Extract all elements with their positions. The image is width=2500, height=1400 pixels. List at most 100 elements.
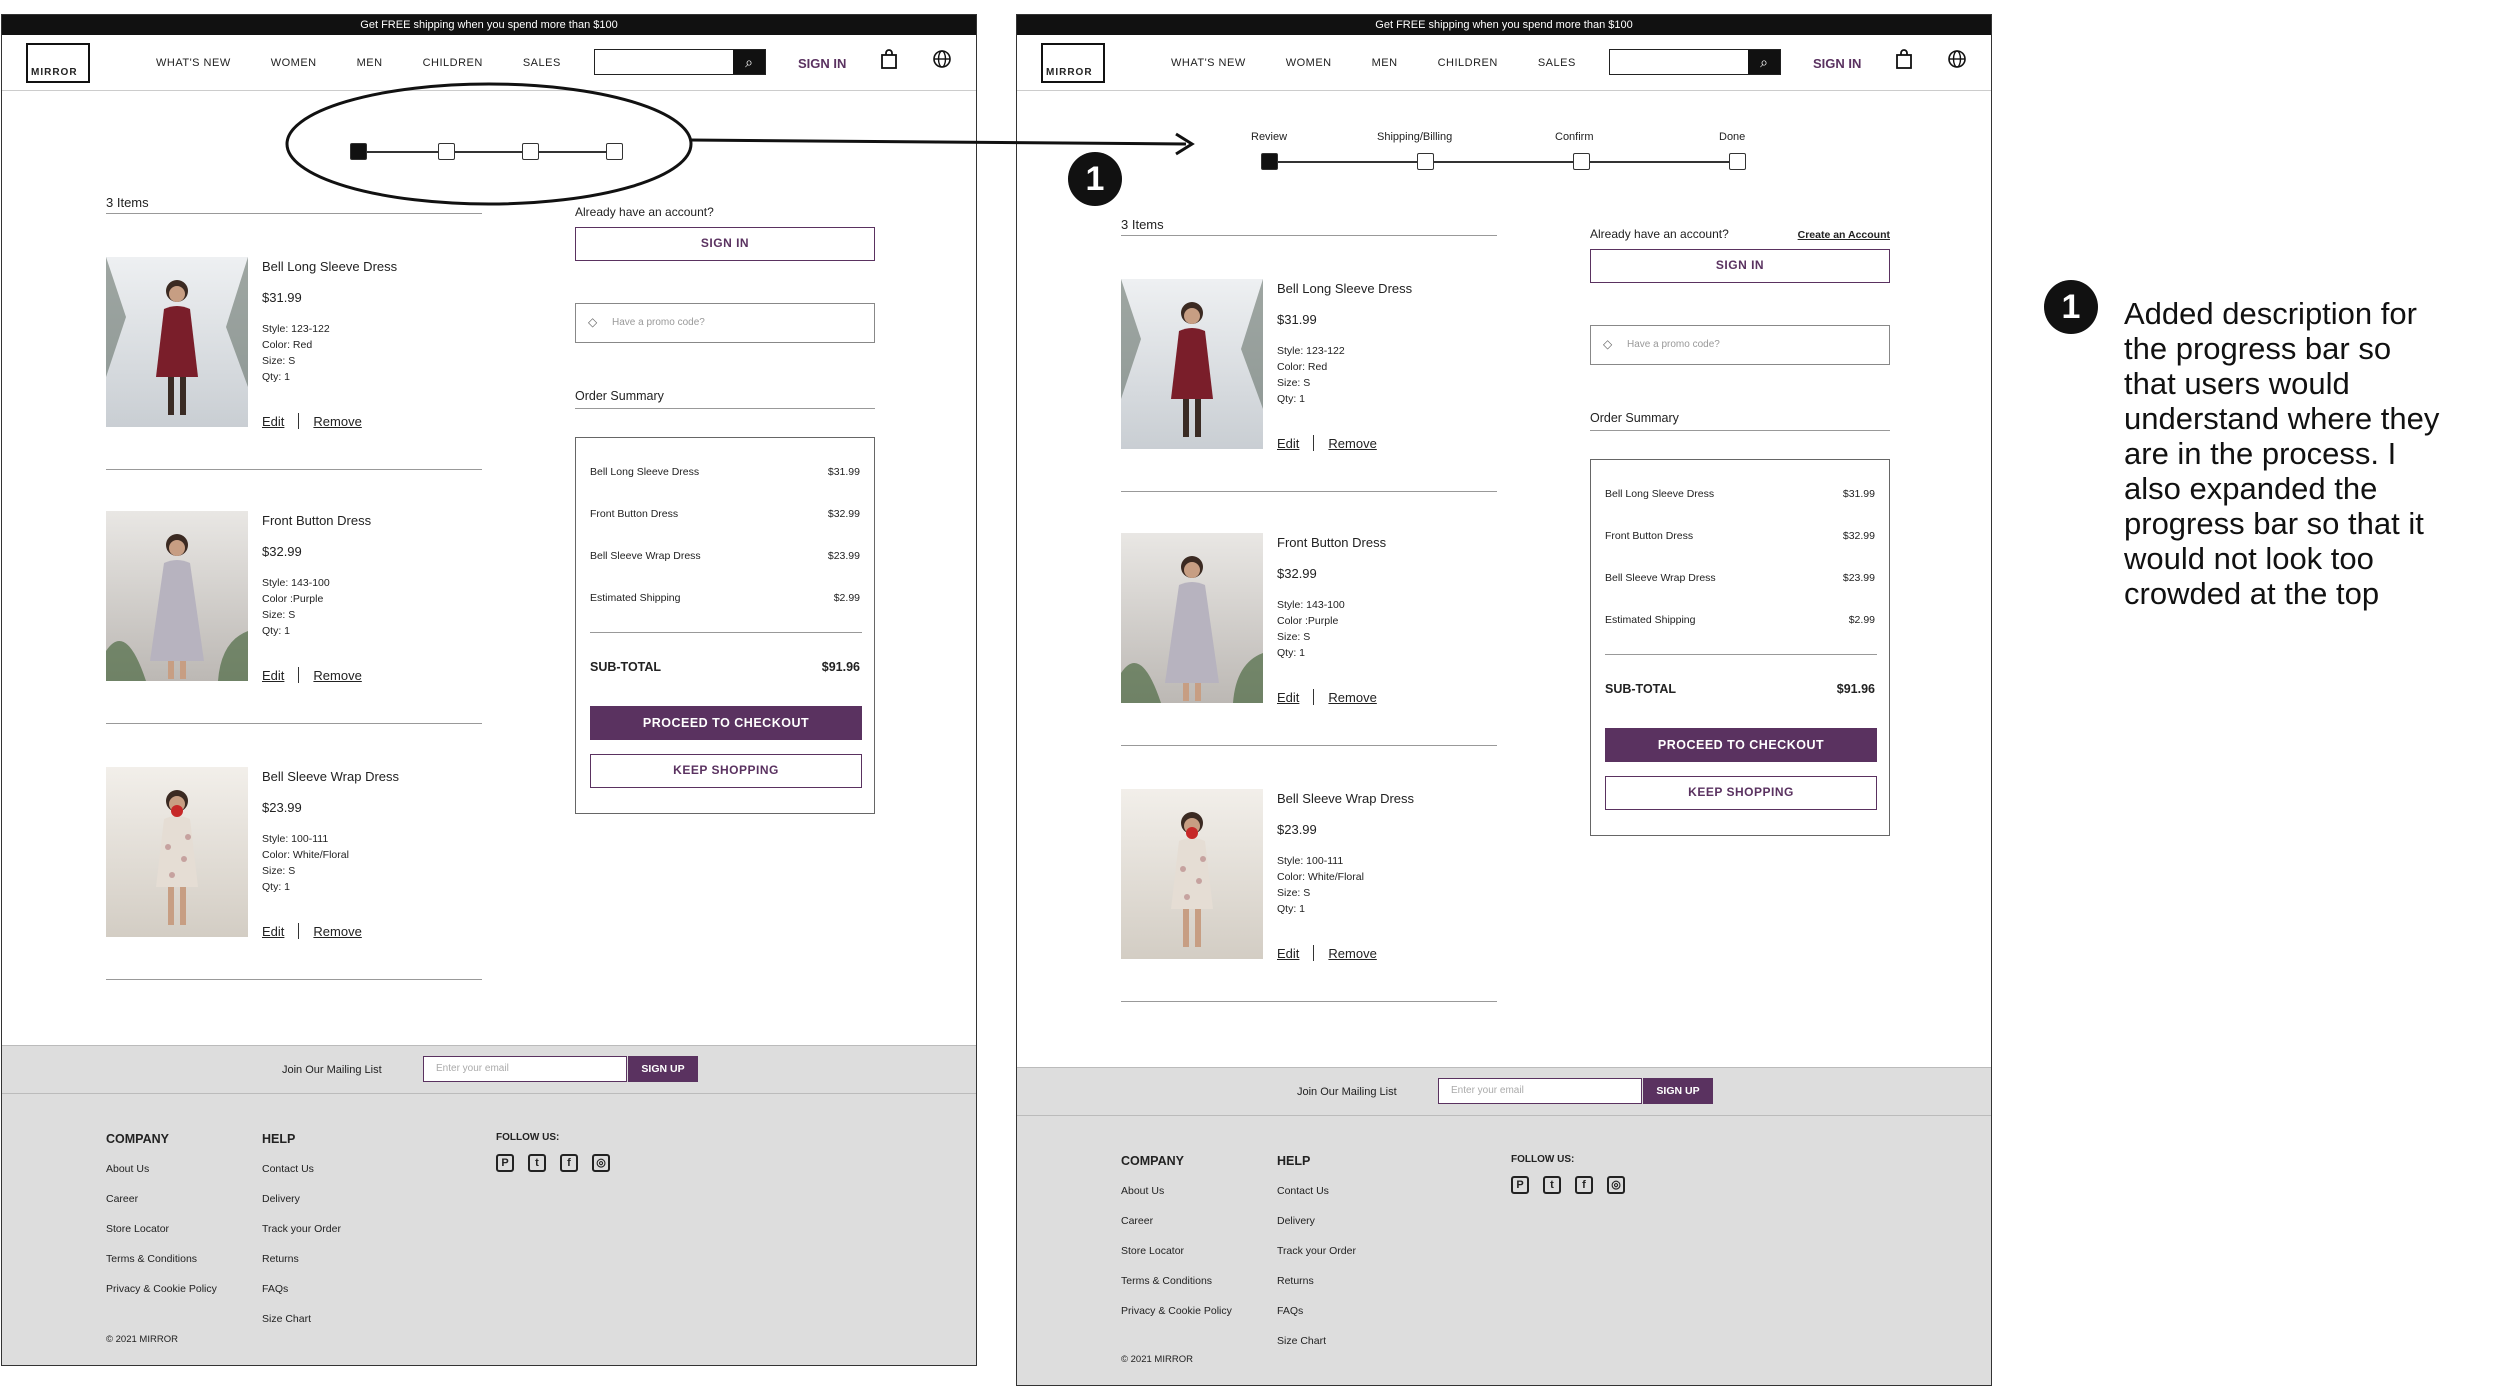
remove-link[interactable]: Remove [1328, 436, 1376, 451]
order-summary-box: Bell Long Sleeve Dress $31.99 Front Button… [1590, 459, 1890, 836]
remove-link[interactable]: Remove [313, 414, 361, 429]
instagram-icon[interactable]: ◎ [1607, 1176, 1625, 1194]
footer-link[interactable]: Terms & Conditions [106, 1244, 217, 1274]
nav-link-2[interactable]: MEN [357, 57, 383, 69]
mirror-logo[interactable]: MIRROR [26, 43, 90, 83]
footer-link[interactable]: Career [106, 1184, 217, 1214]
annotation-description: Added description for the progress bar s… [2124, 296, 2440, 611]
footer-link[interactable]: About Us [106, 1154, 217, 1184]
edit-link[interactable]: Edit [1277, 690, 1299, 705]
follow-us-label: FOLLOW US: [496, 1132, 560, 1143]
create-account-link[interactable]: Create an Account [1798, 229, 1890, 241]
sign-in-button[interactable]: SIGN IN [575, 227, 875, 261]
item-name[interactable]: Bell Long Sleeve Dress [262, 259, 397, 274]
sign-up-button[interactable]: SIGN UP [1643, 1078, 1713, 1104]
nav-link-1[interactable]: WOMEN [271, 57, 317, 69]
header-sign-in-link[interactable]: SIGN IN [798, 56, 846, 71]
shopping-bag-icon[interactable] [880, 49, 898, 75]
search-icon[interactable]: ⌕ [733, 50, 765, 74]
nav-link-0[interactable]: WHAT'S NEW [156, 57, 231, 69]
email-input[interactable]: Enter your email [423, 1056, 627, 1082]
footer-link[interactable]: Store Locator [1121, 1236, 1232, 1266]
pinterest-icon[interactable]: P [1511, 1176, 1529, 1194]
progress-step-2 [438, 143, 455, 160]
search-input[interactable] [595, 50, 733, 74]
item-name[interactable]: Front Button Dress [262, 513, 371, 528]
remove-link[interactable]: Remove [313, 668, 361, 683]
product-image[interactable] [1121, 279, 1263, 449]
search-bar[interactable]: ⌕ [594, 49, 766, 75]
nav-link-4[interactable]: SALES [523, 57, 561, 69]
edit-link[interactable]: Edit [1277, 436, 1299, 451]
twitter-icon[interactable]: t [1543, 1176, 1561, 1194]
footer-link[interactable]: Contact Us [1277, 1176, 1356, 1206]
header-sign-in-link[interactable]: SIGN IN [1813, 56, 1861, 71]
shopping-bag-icon[interactable] [1895, 49, 1913, 75]
search-input[interactable] [1610, 50, 1748, 74]
footer-link[interactable]: About Us [1121, 1176, 1232, 1206]
footer-link[interactable]: FAQs [1277, 1296, 1356, 1326]
footer-link[interactable]: Track your Order [262, 1214, 341, 1244]
search-icon[interactable]: ⌕ [1748, 50, 1780, 74]
nav-link-1[interactable]: WOMEN [1286, 57, 1332, 69]
item-style: Style: 100-111 [262, 833, 329, 845]
product-image[interactable] [1121, 533, 1263, 703]
facebook-icon[interactable]: f [1575, 1176, 1593, 1194]
edit-link[interactable]: Edit [262, 414, 284, 429]
footer-link[interactable]: Track your Order [1277, 1236, 1356, 1266]
nav-links: WHAT'S NEW WOMEN MEN CHILDREN SALES [1171, 57, 1576, 69]
edit-link[interactable]: Edit [262, 668, 284, 683]
proceed-to-checkout-button[interactable]: PROCEED TO CHECKOUT [590, 706, 862, 740]
promo-code-input[interactable]: ◇ Have a promo code? [575, 303, 875, 343]
instagram-icon[interactable]: ◎ [592, 1154, 610, 1172]
footer-link[interactable]: Terms & Conditions [1121, 1266, 1232, 1296]
footer-link[interactable]: Size Chart [1277, 1326, 1356, 1356]
product-image[interactable] [106, 767, 248, 937]
footer-link[interactable]: Career [1121, 1206, 1232, 1236]
nav-link-2[interactable]: MEN [1372, 57, 1398, 69]
footer-heading: HELP [262, 1132, 296, 1146]
globe-icon[interactable] [1947, 49, 1967, 75]
keep-shopping-button[interactable]: KEEP SHOPPING [590, 754, 862, 788]
mirror-logo[interactable]: MIRROR [1041, 43, 1105, 83]
nav-link-4[interactable]: SALES [1538, 57, 1576, 69]
sign-up-button[interactable]: SIGN UP [628, 1056, 698, 1082]
product-image[interactable] [106, 511, 248, 681]
item-name[interactable]: Front Button Dress [1277, 535, 1386, 550]
footer-link[interactable]: Returns [262, 1244, 341, 1274]
email-input[interactable]: Enter your email [1438, 1078, 1642, 1104]
edit-link[interactable]: Edit [1277, 946, 1299, 961]
footer-link[interactable]: FAQs [262, 1274, 341, 1304]
footer-link[interactable]: Privacy & Cookie Policy [106, 1274, 217, 1304]
footer-link[interactable]: Privacy & Cookie Policy [1121, 1296, 1232, 1326]
copyright-icon: © [106, 1334, 116, 1345]
footer-link[interactable]: Contact Us [262, 1154, 341, 1184]
item-name[interactable]: Bell Sleeve Wrap Dress [262, 769, 399, 784]
facebook-icon[interactable]: f [560, 1154, 578, 1172]
product-image[interactable] [1121, 789, 1263, 959]
item-name[interactable]: Bell Long Sleeve Dress [1277, 281, 1412, 296]
remove-link[interactable]: Remove [1328, 946, 1376, 961]
footer-link[interactable]: Delivery [262, 1184, 341, 1214]
footer-link[interactable]: Size Chart [262, 1304, 341, 1334]
pinterest-icon[interactable]: P [496, 1154, 514, 1172]
search-bar[interactable]: ⌕ [1609, 49, 1781, 75]
footer-link[interactable]: Store Locator [106, 1214, 217, 1244]
product-image[interactable] [106, 257, 248, 427]
proceed-to-checkout-button[interactable]: PROCEED TO CHECKOUT [1605, 728, 1877, 762]
remove-link[interactable]: Remove [313, 924, 361, 939]
remove-link[interactable]: Remove [1328, 690, 1376, 705]
edit-link[interactable]: Edit [262, 924, 284, 939]
sign-in-button[interactable]: SIGN IN [1590, 249, 1890, 283]
nav-link-3[interactable]: CHILDREN [1438, 57, 1498, 69]
nav-link-3[interactable]: CHILDREN [423, 57, 483, 69]
promo-code-input[interactable]: ◇ Have a promo code? [1590, 325, 1890, 365]
item-name[interactable]: Bell Sleeve Wrap Dress [1277, 791, 1414, 806]
progress-connector [1590, 161, 1729, 163]
globe-icon[interactable] [932, 49, 952, 75]
twitter-icon[interactable]: t [528, 1154, 546, 1172]
footer-link[interactable]: Delivery [1277, 1206, 1356, 1236]
footer-link[interactable]: Returns [1277, 1266, 1356, 1296]
nav-link-0[interactable]: WHAT'S NEW [1171, 57, 1246, 69]
keep-shopping-button[interactable]: KEEP SHOPPING [1605, 776, 1877, 810]
